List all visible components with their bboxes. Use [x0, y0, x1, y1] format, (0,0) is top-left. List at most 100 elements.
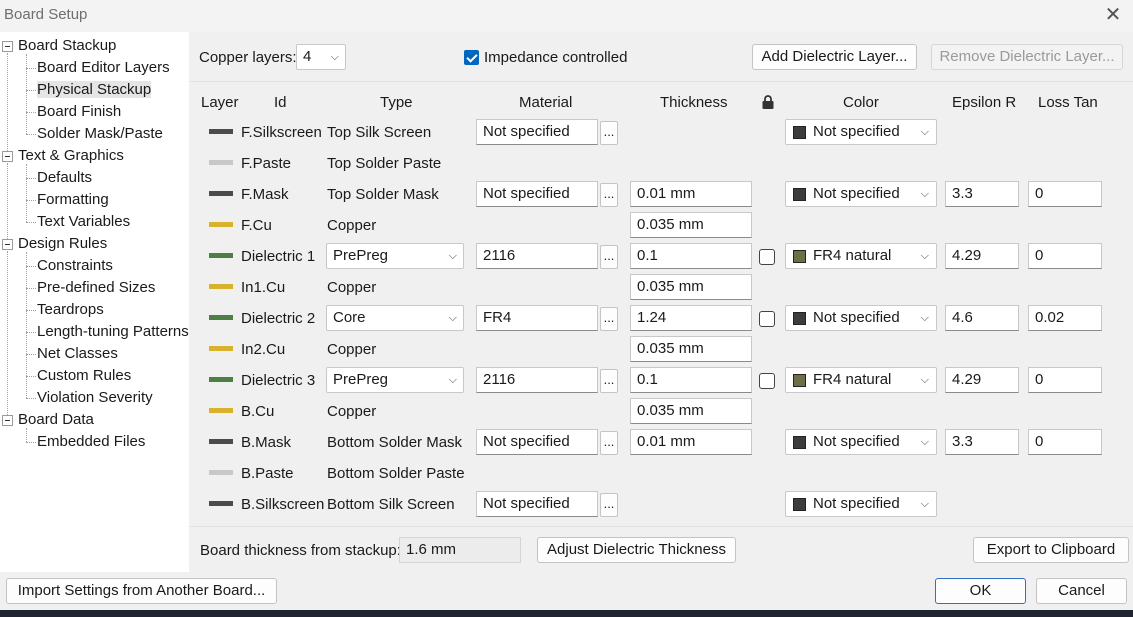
material-browse-button[interactable]: ... [600, 431, 618, 455]
layer-id: Dielectric 3 [241, 372, 316, 389]
adjust-dielectric-thickness-button[interactable]: Adjust Dielectric Thickness [537, 537, 736, 563]
material-field[interactable]: Not specified [476, 119, 598, 145]
thickness-field[interactable]: 0.035 mm [630, 212, 752, 238]
remove-dielectric-layer-button[interactable]: Remove Dielectric Layer... [931, 44, 1123, 70]
ok-button[interactable]: OK [935, 578, 1026, 604]
tree-group-design-rules[interactable]: Design Rules [18, 234, 107, 254]
stackup-row-dielectric-3: Dielectric 3 PrePreg ⌵ 2116... 0.1 FR4 natura… [189, 365, 1133, 396]
tree-item-length-tuning-patterns[interactable]: Length-tuning Patterns [37, 322, 189, 342]
taskbar-edge [0, 610, 1133, 617]
tree-item-pre-defined-sizes[interactable]: Pre-defined Sizes [37, 278, 155, 298]
collapse-icon[interactable] [2, 239, 13, 250]
tree-group-board-stackup[interactable]: Board Stackup [18, 36, 116, 56]
epsilon-r-field[interactable]: 4.29 [945, 243, 1019, 269]
layer-id: In1.Cu [241, 279, 286, 296]
thickness-field[interactable]: 0.035 mm [630, 336, 752, 362]
cancel-button[interactable]: Cancel [1036, 578, 1127, 604]
physical-stackup-panel: Copper layers: 4 ⌵ Impedance controlled … [189, 32, 1133, 572]
tree-item-violation-severity[interactable]: Violation Severity [37, 388, 153, 408]
epsilon-r-field[interactable]: 3.3 [945, 181, 1019, 207]
layer-id: F.Paste [241, 155, 292, 172]
material-field[interactable]: 2116 [476, 367, 598, 393]
layer-type: Bottom Silk Screen [327, 496, 455, 513]
close-icon[interactable]: ✕ [1102, 4, 1124, 26]
material-browse-button[interactable]: ... [600, 369, 618, 393]
thickness-lock-checkbox[interactable] [759, 373, 775, 389]
copper-layers-select[interactable]: 4 ⌵ [296, 44, 346, 70]
material-browse-button[interactable]: ... [600, 307, 618, 331]
chevron-down-icon: ⌵ [920, 188, 929, 200]
collapse-icon[interactable] [2, 41, 13, 52]
epsilon-r-field[interactable]: 3.3 [945, 429, 1019, 455]
material-field[interactable]: 2116 [476, 243, 598, 269]
tree-item-embedded-files[interactable]: Embedded Files [37, 432, 145, 452]
tree-item-board-finish[interactable]: Board Finish [37, 102, 121, 122]
tree-item-net-classes[interactable]: Net Classes [37, 344, 118, 364]
epsilon-r-field[interactable]: 4.6 [945, 305, 1019, 331]
layer-type-select[interactable]: Core ⌵ [326, 305, 464, 331]
material-field[interactable]: Not specified [476, 429, 598, 455]
layer-type: Top Silk Screen [327, 124, 432, 141]
material-field[interactable]: FR4 [476, 305, 598, 331]
color-select[interactable]: Not specified ⌵ [785, 305, 937, 331]
tree-item-label: Pre-defined Sizes [37, 279, 156, 296]
collapse-icon[interactable] [2, 415, 13, 426]
color-select[interactable]: Not specified ⌵ [785, 491, 937, 517]
tree-item-solder-mask-paste[interactable]: Solder Mask/Paste [37, 124, 163, 144]
tree-item-text-variables[interactable]: Text Variables [37, 212, 130, 232]
tree-item-label: Net Classes [37, 345, 118, 362]
color-select[interactable]: Not specified ⌵ [785, 181, 937, 207]
loss-tan-field[interactable]: 0 [1028, 181, 1102, 207]
loss-tan-field[interactable]: 0 [1028, 243, 1102, 269]
loss-tan-field[interactable]: 0 [1028, 429, 1102, 455]
color-select[interactable]: FR4 natural ⌵ [785, 367, 937, 393]
material-field[interactable]: Not specified [476, 491, 598, 517]
thickness-field[interactable]: 0.035 mm [630, 274, 752, 300]
thickness-field[interactable]: 0.1 [630, 367, 752, 393]
tree-item-formatting[interactable]: Formatting [37, 190, 109, 210]
import-settings-button[interactable]: Import Settings from Another Board... [6, 578, 277, 604]
tree-item-defaults[interactable]: Defaults [37, 168, 92, 188]
layer-color-swatch [209, 501, 233, 506]
material-browse-button[interactable]: ... [600, 245, 618, 269]
color-swatch [793, 498, 806, 511]
impedance-checkbox[interactable] [464, 50, 479, 65]
tree-item-label: Text Variables [37, 213, 131, 230]
tree-item-board-editor-layers[interactable]: Board Editor Layers [37, 58, 170, 78]
epsilon-r-field[interactable]: 4.29 [945, 367, 1019, 393]
thickness-field[interactable]: 0.035 mm [630, 398, 752, 424]
tree-item-constraints[interactable]: Constraints [37, 256, 113, 276]
color-select[interactable]: Not specified ⌵ [785, 119, 937, 145]
tree-item-teardrops[interactable]: Teardrops [37, 300, 104, 320]
color-select[interactable]: Not specified ⌵ [785, 429, 937, 455]
loss-tan-field[interactable]: 0 [1028, 367, 1102, 393]
collapse-icon[interactable] [2, 151, 13, 162]
tree-group-text-graphics[interactable]: Text & Graphics [18, 146, 124, 166]
material-browse-button[interactable]: ... [600, 493, 618, 517]
thickness-field[interactable]: 1.24 [630, 305, 752, 331]
material-field[interactable]: Not specified [476, 181, 598, 207]
loss-tan-field[interactable]: 0.02 [1028, 305, 1102, 331]
layer-type-select[interactable]: PrePreg ⌵ [326, 367, 464, 393]
thickness-field[interactable]: 0.01 mm [630, 181, 752, 207]
col-header-id: Id [274, 94, 287, 111]
layer-type-select[interactable]: PrePreg ⌵ [326, 243, 464, 269]
thickness-lock-checkbox[interactable] [759, 311, 775, 327]
layer-color-swatch [209, 160, 233, 165]
thickness-field[interactable]: 0.1 [630, 243, 752, 269]
color-swatch [793, 126, 806, 139]
material-browse-button[interactable]: ... [600, 121, 618, 145]
material-browse-button[interactable]: ... [600, 183, 618, 207]
tree-item-physical-stackup[interactable]: Physical Stackup [37, 80, 152, 100]
export-to-clipboard-button[interactable]: Export to Clipboard [973, 537, 1129, 563]
tree-item-label: Physical Stackup [37, 81, 152, 98]
add-dielectric-layer-button[interactable]: Add Dielectric Layer... [752, 44, 917, 70]
thickness-lock-checkbox[interactable] [759, 249, 775, 265]
layer-id: F.Silkscreen [241, 124, 322, 141]
tree-connector [26, 398, 36, 399]
tree-item-custom-rules[interactable]: Custom Rules [37, 366, 131, 386]
tree-group-board-data[interactable]: Board Data [18, 410, 94, 430]
color-select[interactable]: FR4 natural ⌵ [785, 243, 937, 269]
color-value: FR4 natural [813, 371, 892, 388]
thickness-field[interactable]: 0.01 mm [630, 429, 752, 455]
